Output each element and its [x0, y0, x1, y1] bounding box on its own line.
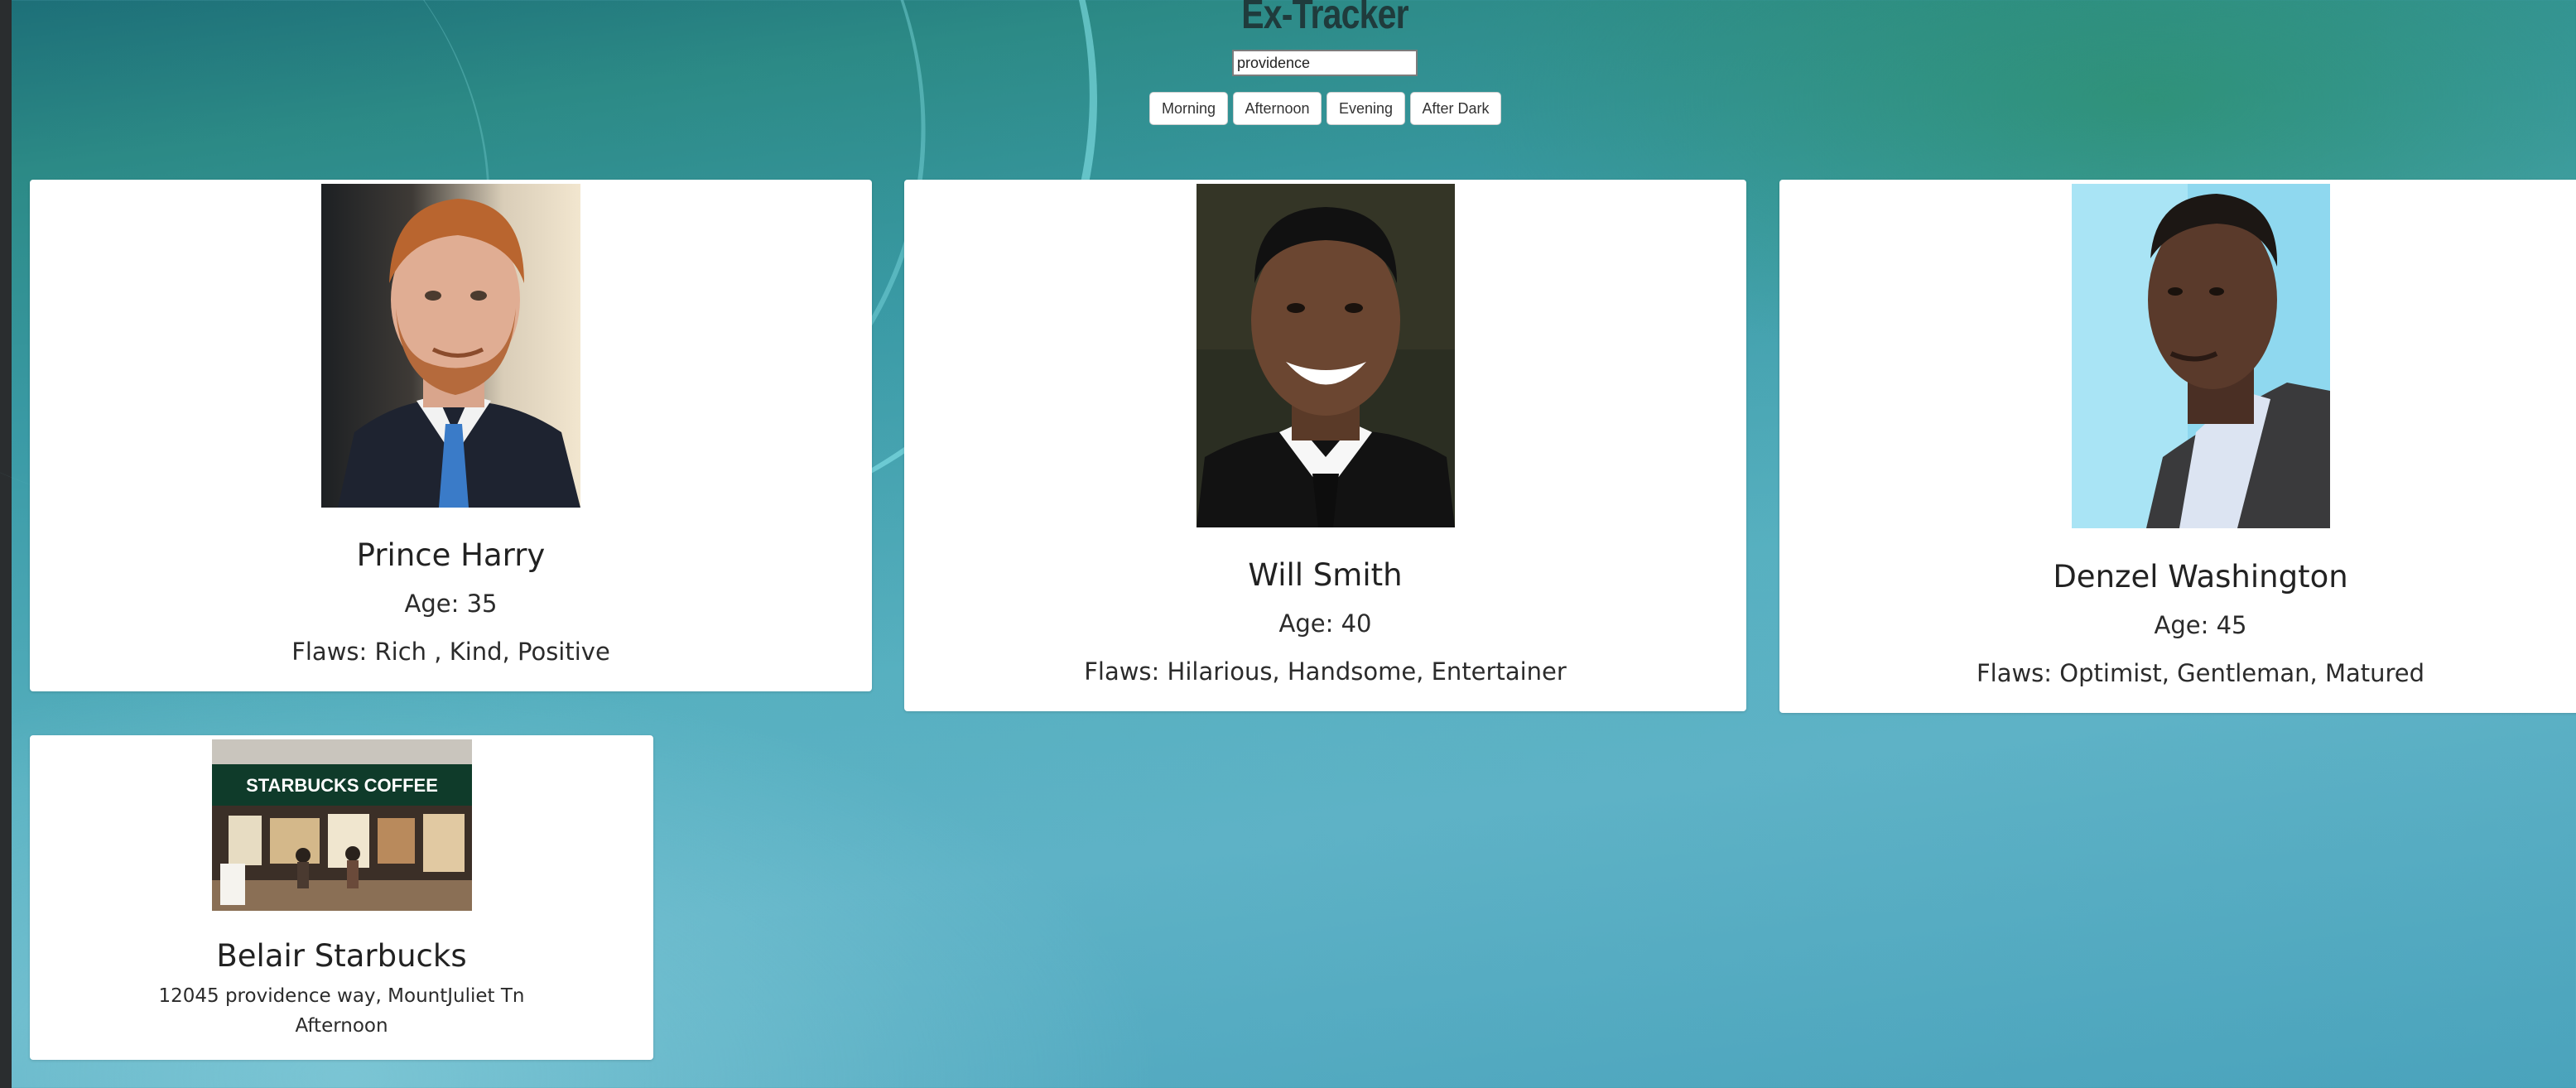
store-sign-text: STARBUCKS COFFEE	[246, 775, 438, 796]
location-photo: STARBUCKS COFFEE	[212, 739, 472, 911]
person-flaws: Flaws: Optimist, Gentleman, Matured	[1976, 659, 2425, 687]
evening-filter-button[interactable]: Evening	[1327, 92, 1405, 125]
morning-filter-button[interactable]: Morning	[1149, 92, 1228, 125]
location-time: Afternoon	[295, 1015, 388, 1037]
person-name: Will Smith	[1248, 557, 1403, 593]
afternoon-filter-button[interactable]: Afternoon	[1233, 92, 1322, 125]
person-name: Denzel Washington	[2053, 559, 2348, 595]
person-photo	[2072, 184, 2330, 528]
person-flaws: Flaws: Rich , Kind, Positive	[291, 638, 610, 666]
person-age: Age: 35	[404, 590, 498, 618]
person-card: Will Smith Age: 40 Flaws: Hilarious, Han…	[904, 180, 1746, 711]
app-title: Ex-Tracker	[1241, 0, 1408, 37]
window-left-edge	[0, 0, 12, 1088]
after-dark-filter-button[interactable]: After Dark	[1410, 92, 1501, 125]
location-address: 12045 providence way, MountJuliet Tn	[158, 985, 525, 1007]
person-age: Age: 45	[2154, 611, 2247, 639]
location-name: Belair Starbucks	[216, 938, 467, 974]
person-photo	[321, 184, 580, 508]
search-input[interactable]	[1232, 50, 1418, 76]
person-card: Denzel Washington Age: 45 Flaws: Optimis…	[1779, 180, 2576, 713]
person-name: Prince Harry	[356, 537, 546, 573]
location-card: STARBUCKS COFFEE Belair Starbucks 12045 …	[30, 735, 653, 1060]
person-card: Prince Harry Age: 35 Flaws: Rich , Kind,…	[30, 180, 872, 691]
person-flaws: Flaws: Hilarious, Handsome, Entertainer	[1084, 657, 1567, 686]
person-photo	[1197, 184, 1455, 527]
person-age: Age: 40	[1278, 609, 1372, 638]
